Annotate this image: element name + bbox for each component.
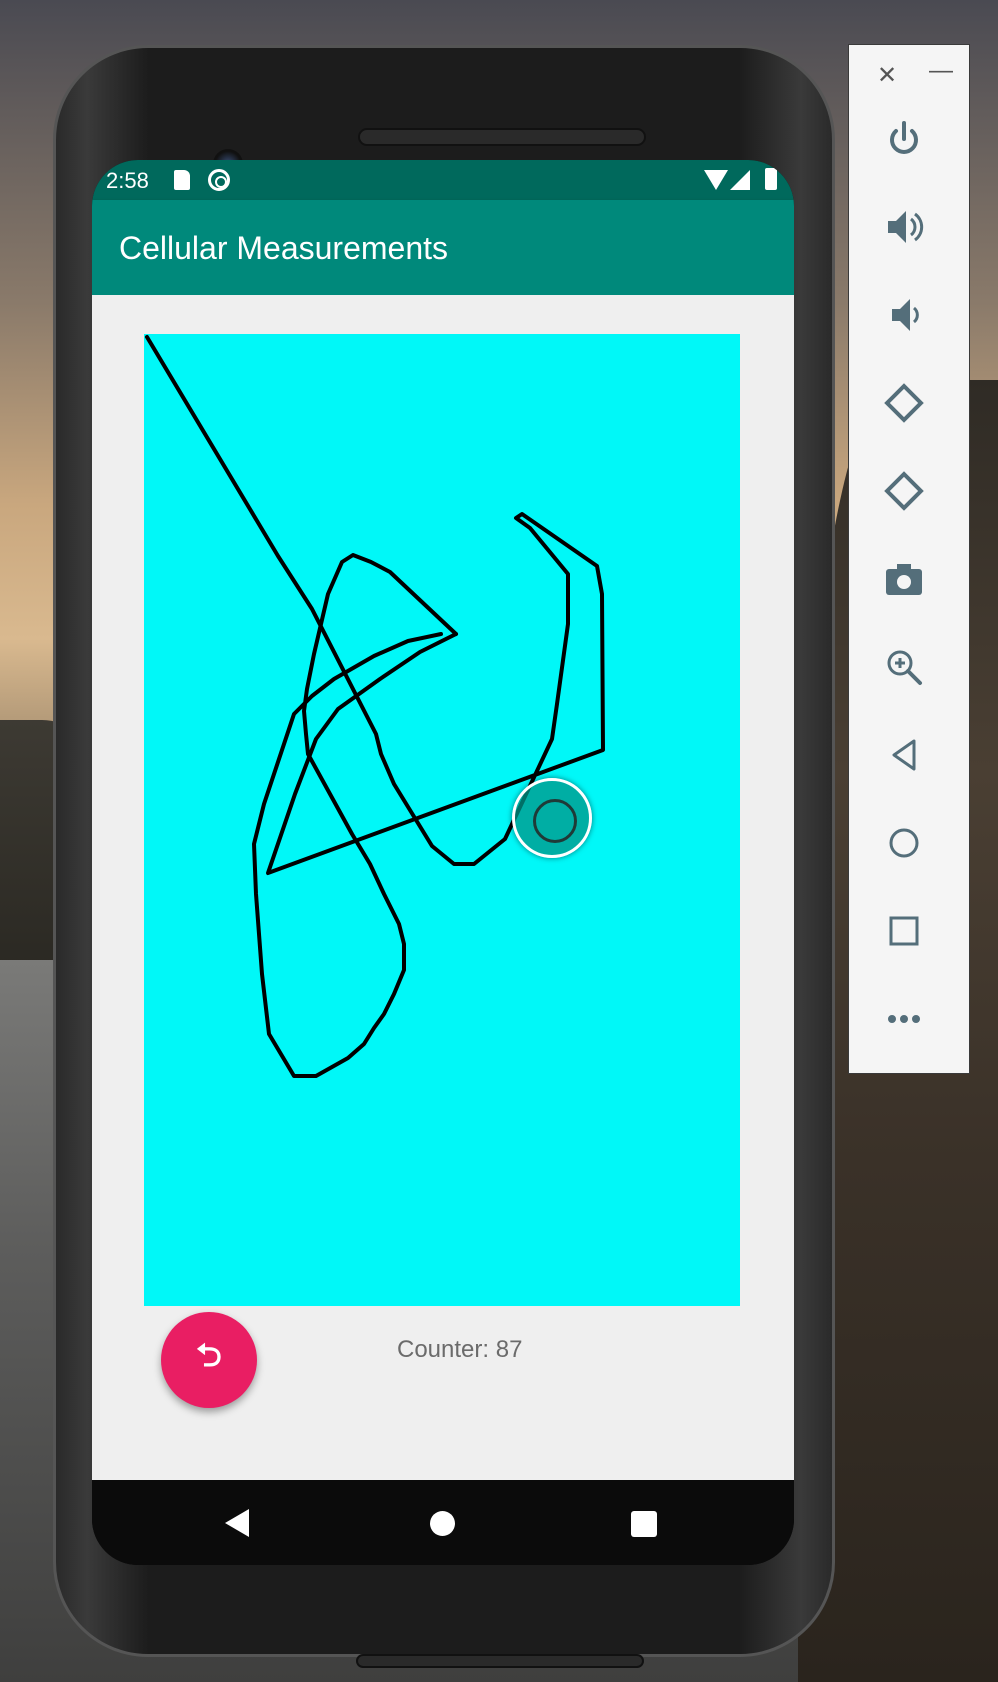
more-button[interactable] [882,997,926,1041]
emulator-home-button[interactable] [882,821,926,865]
status-time: 2:58 [106,168,149,193]
sync-icon [208,169,230,191]
top-speaker [358,128,646,146]
device-screen: 2:58 Cellular Measurements ⮌ Counter: 87 [92,160,794,1565]
rotate-right-button[interactable] [882,469,926,513]
close-icon[interactable]: ✕ [877,61,897,90]
wifi-icon [704,170,728,190]
emulator-back-button[interactable] [882,733,926,777]
home-icon[interactable] [430,1511,455,1536]
minimize-icon[interactable]: — [929,57,953,85]
back-icon [892,739,916,771]
emulator-overview-button[interactable] [882,909,926,953]
power-button[interactable] [882,117,926,161]
zoom-icon [887,650,922,685]
home-icon [889,828,919,858]
volume-down-button[interactable] [882,293,926,337]
screenshot-icon [886,564,922,595]
overview-icon [889,916,919,946]
volume-down-icon [892,299,919,331]
undo-button[interactable]: ⮌ [161,1312,257,1408]
power-icon [890,121,918,154]
volume-up-button[interactable] [882,205,926,249]
zoom-button[interactable] [882,645,926,689]
signal-icon [730,170,750,190]
recents-icon[interactable] [631,1511,657,1537]
touch-indicator [512,778,592,858]
drawing-canvas[interactable] [144,334,740,1306]
bottom-speaker [356,1654,644,1668]
sd-card-icon [174,170,190,190]
counter-label: Counter: 87 [397,1336,523,1363]
app-title: Cellular Measurements [119,230,449,266]
undo-icon: ⮌ [196,1337,222,1373]
emulator-toolbar: ✕ — [848,44,970,1074]
navigation-bar [92,1480,794,1565]
content-area: ⮌ Counter: 87 [92,295,794,1480]
status-bar: 2:58 [92,160,794,200]
rotate-left-icon [884,383,924,423]
more-icon [888,1015,920,1023]
rotate-right-icon [884,471,924,511]
screenshot-button[interactable] [882,557,926,601]
battery-icon [765,168,777,190]
rotate-left-button[interactable] [882,381,926,425]
app-bar: Cellular Measurements [92,200,794,295]
drawing-strokes [145,335,605,1078]
back-icon[interactable] [225,1509,249,1537]
volume-up-icon [888,211,924,243]
